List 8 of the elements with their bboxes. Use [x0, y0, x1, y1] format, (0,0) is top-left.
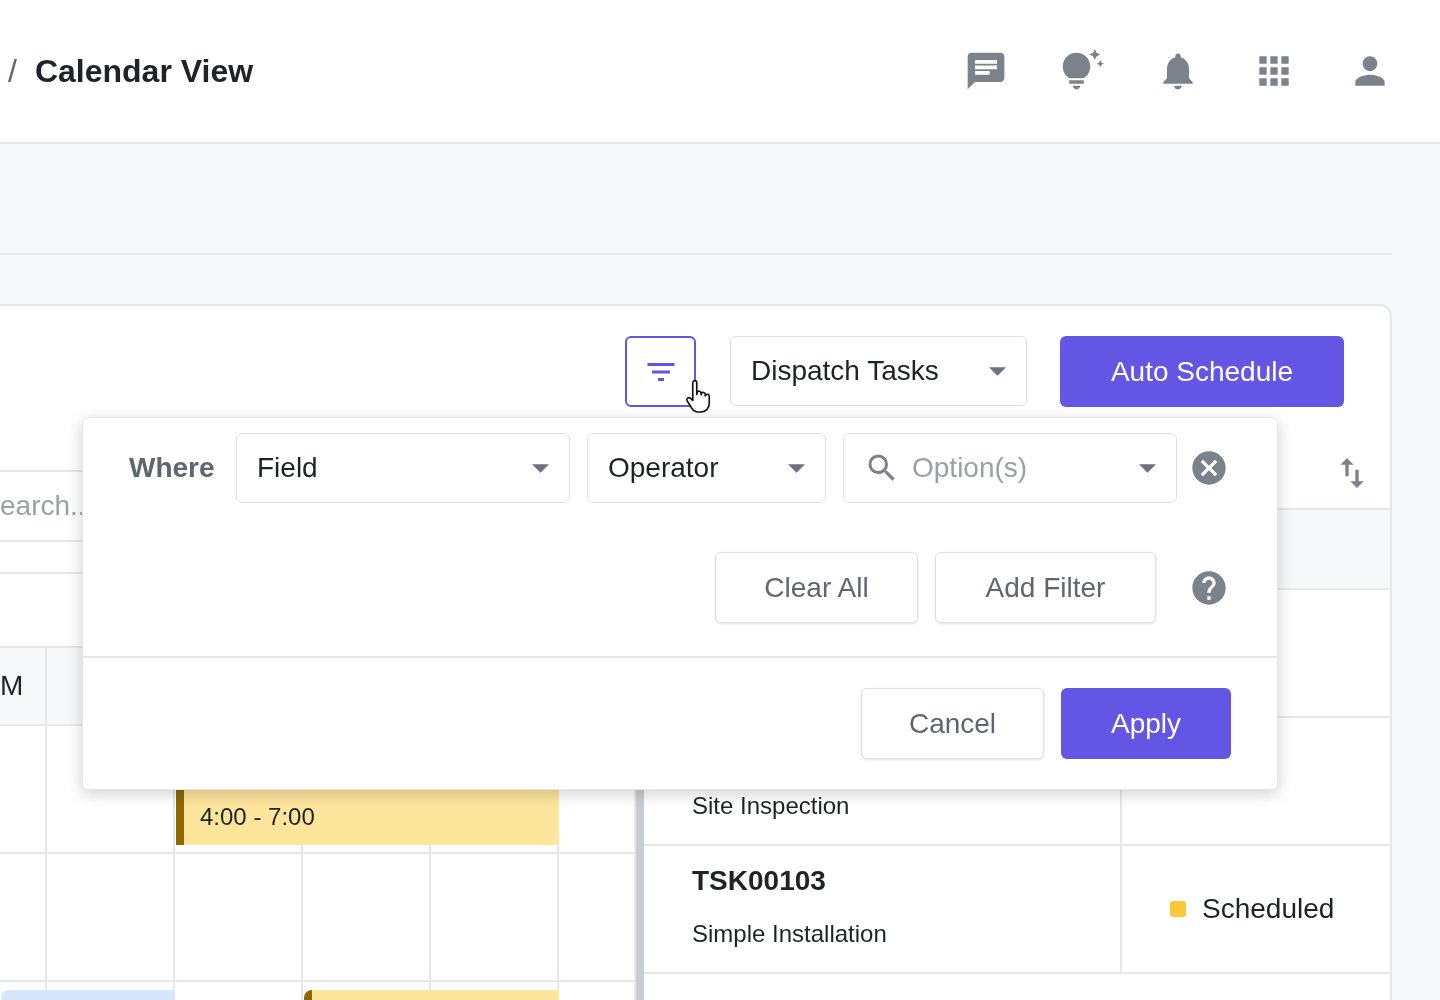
status-label: Scheduled	[1202, 892, 1335, 926]
breadcrumb-separator: /	[8, 52, 17, 91]
task-name: Site Inspection	[692, 791, 851, 821]
day-header: M	[0, 669, 24, 703]
page-title: Calendar View	[34, 52, 254, 91]
task-name: Simple Installation	[692, 919, 888, 949]
task-id: TSK00103	[692, 864, 827, 898]
where-label: Where	[129, 451, 216, 485]
